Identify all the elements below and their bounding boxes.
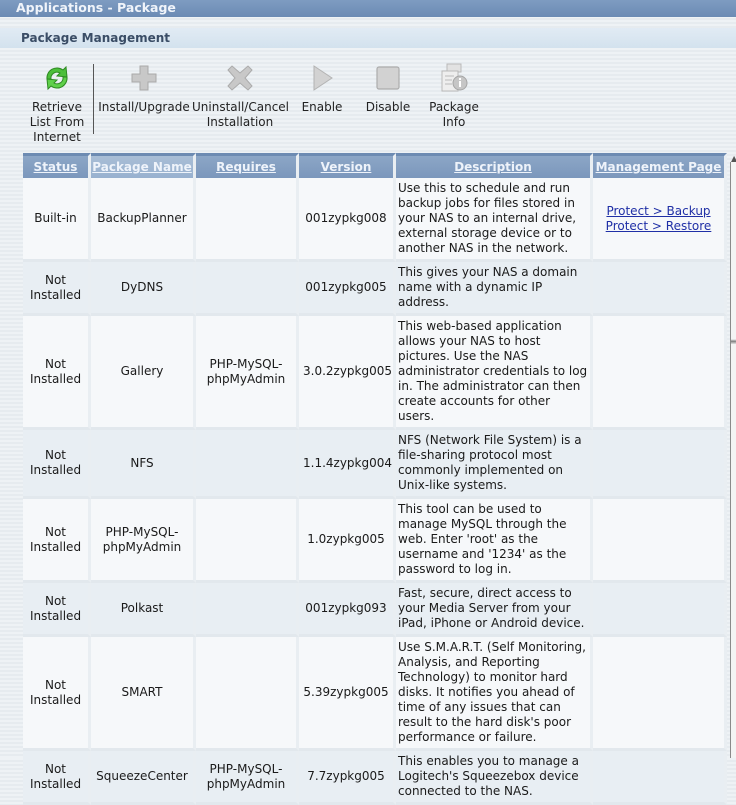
- requires-cell: [196, 262, 299, 316]
- package-name-cell: Gallery: [91, 316, 196, 430]
- table-row[interactable]: Not Installed SMART 5.39zypkg005 Use S.M…: [23, 637, 727, 751]
- status-cell: Not Installed: [23, 583, 91, 637]
- status-cell: Not Installed: [23, 751, 91, 805]
- status-cell: Not Installed: [23, 637, 91, 751]
- package-info-label: Package Info: [429, 100, 479, 129]
- enable-label: Enable: [301, 100, 343, 114]
- management-page-cell: [593, 637, 727, 751]
- install-upgrade-button[interactable]: Install/Upgrade: [98, 62, 190, 115]
- package-name-cell: SqueezeCenter: [91, 751, 196, 805]
- table-row[interactable]: Not Installed DyDNS 001zypkg005 This giv…: [23, 262, 727, 316]
- table-row[interactable]: Not Installed Gallery PHP-MySQL-phpMyAdm…: [23, 316, 727, 430]
- management-page-cell: [593, 583, 727, 637]
- management-page-cell: [593, 499, 727, 583]
- toolbar-separator: [93, 64, 94, 134]
- description-cell: NFS (Network File System) is a file-shar…: [396, 430, 593, 499]
- plus-icon: [131, 65, 157, 91]
- scrollbar-grip-icon[interactable]: ≡: [730, 338, 736, 348]
- version-cell: 001zypkg005: [299, 262, 396, 316]
- refresh-icon: [46, 65, 68, 91]
- requires-cell: [196, 178, 299, 262]
- version-cell: 001zypkg093: [299, 583, 396, 637]
- management-page-cell: [593, 751, 727, 805]
- column-header-management-page[interactable]: Management Page: [593, 153, 727, 178]
- x-icon: [227, 65, 253, 91]
- status-cell: Not Installed: [23, 316, 91, 430]
- column-header-description[interactable]: Description: [396, 153, 593, 178]
- status-cell: Not Installed: [23, 262, 91, 316]
- management-page-cell: [593, 430, 727, 499]
- play-icon: [313, 65, 333, 91]
- column-header-status[interactable]: Status: [23, 153, 91, 178]
- retrieve-list-button[interactable]: Retrieve List From Internet: [26, 62, 88, 145]
- vertical-scrollbar[interactable]: [730, 162, 736, 758]
- requires-cell: [196, 637, 299, 751]
- column-header-requires[interactable]: Requires: [196, 153, 299, 178]
- description-cell: Fast, secure, direct access to your Medi…: [396, 583, 593, 637]
- package-name-cell: PHP-MySQL-phpMyAdmin: [91, 499, 196, 583]
- package-name-cell: DyDNS: [91, 262, 196, 316]
- stop-icon: [376, 66, 400, 90]
- table-row[interactable]: Not Installed Polkast 001zypkg093 Fast, …: [23, 583, 727, 637]
- column-header-version[interactable]: Version: [299, 153, 396, 178]
- table-row[interactable]: Not Installed NFS 1.1.4zypkg004 NFS (Net…: [23, 430, 727, 499]
- disable-button[interactable]: Disable: [362, 62, 414, 115]
- package-name-cell: Polkast: [91, 583, 196, 637]
- requires-cell: PHP-MySQL-phpMyAdmin: [196, 316, 299, 430]
- table-row[interactable]: Not Installed SqueezeCenter PHP-MySQL-ph…: [23, 751, 727, 805]
- description-cell: This enables you to manage a Logitech's …: [396, 751, 593, 805]
- management-page-cell: Protect > Backup Protect > Restore: [593, 178, 727, 262]
- package-name-cell: SMART: [91, 637, 196, 751]
- description-cell: This gives your NAS a domain name with a…: [396, 262, 593, 316]
- status-cell: Built-in: [23, 178, 91, 262]
- version-cell: 1.0zypkg005: [299, 499, 396, 583]
- column-header-package-name[interactable]: Package Name: [91, 153, 196, 178]
- version-cell: 7.7zypkg005: [299, 751, 396, 805]
- uninstall-button[interactable]: Uninstall/Cancel Installation: [192, 62, 290, 130]
- version-cell: 001zypkg008: [299, 178, 396, 262]
- version-cell: 3.0.2zypkg005: [299, 316, 396, 430]
- description-cell: Use this to schedule and run backup jobs…: [396, 178, 593, 262]
- description-cell: Use S.M.A.R.T. (Self Monitoring, Analysi…: [396, 637, 593, 751]
- retrieve-list-label: Retrieve List From Internet: [29, 100, 85, 144]
- package-name-cell: BackupPlanner: [91, 178, 196, 262]
- status-cell: Not Installed: [23, 499, 91, 583]
- section-title: Package Management: [0, 28, 736, 48]
- package-info-button[interactable]: Package Info: [426, 62, 482, 130]
- package-name-cell: NFS: [91, 430, 196, 499]
- status-cell: Not Installed: [23, 430, 91, 499]
- description-cell: This web-based application allows your N…: [396, 316, 593, 430]
- package-table: Status Package Name Requires Version Des…: [23, 153, 727, 805]
- table-row[interactable]: Not Installed PHP-MySQL-phpMyAdmin 1.0zy…: [23, 499, 727, 583]
- description-cell: This tool can be used to manage MySQL th…: [396, 499, 593, 583]
- protect-backup-link[interactable]: Protect > Backup: [606, 204, 710, 218]
- requires-cell: [196, 583, 299, 637]
- management-page-cell: [593, 316, 727, 430]
- toolbar: Retrieve List From Internet Install/Upgr…: [0, 62, 736, 146]
- requires-cell: PHP-MySQL-phpMyAdmin: [196, 751, 299, 805]
- requires-cell: [196, 499, 299, 583]
- version-cell: 1.1.4zypkg004: [299, 430, 396, 499]
- info-icon: [441, 63, 468, 92]
- window-title: Applications - Package: [0, 0, 736, 17]
- install-upgrade-label: Install/Upgrade: [98, 100, 190, 114]
- table-header-row: Status Package Name Requires Version Des…: [23, 153, 727, 178]
- version-cell: 5.39zypkg005: [299, 637, 396, 751]
- disable-label: Disable: [365, 100, 411, 114]
- protect-restore-link[interactable]: Protect > Restore: [606, 219, 712, 233]
- requires-cell: [196, 430, 299, 499]
- uninstall-label: Uninstall/Cancel Installation: [192, 100, 290, 129]
- management-page-cell: [593, 262, 727, 316]
- table-row[interactable]: Built-in BackupPlanner 001zypkg008 Use t…: [23, 178, 727, 262]
- enable-button[interactable]: Enable: [296, 62, 348, 115]
